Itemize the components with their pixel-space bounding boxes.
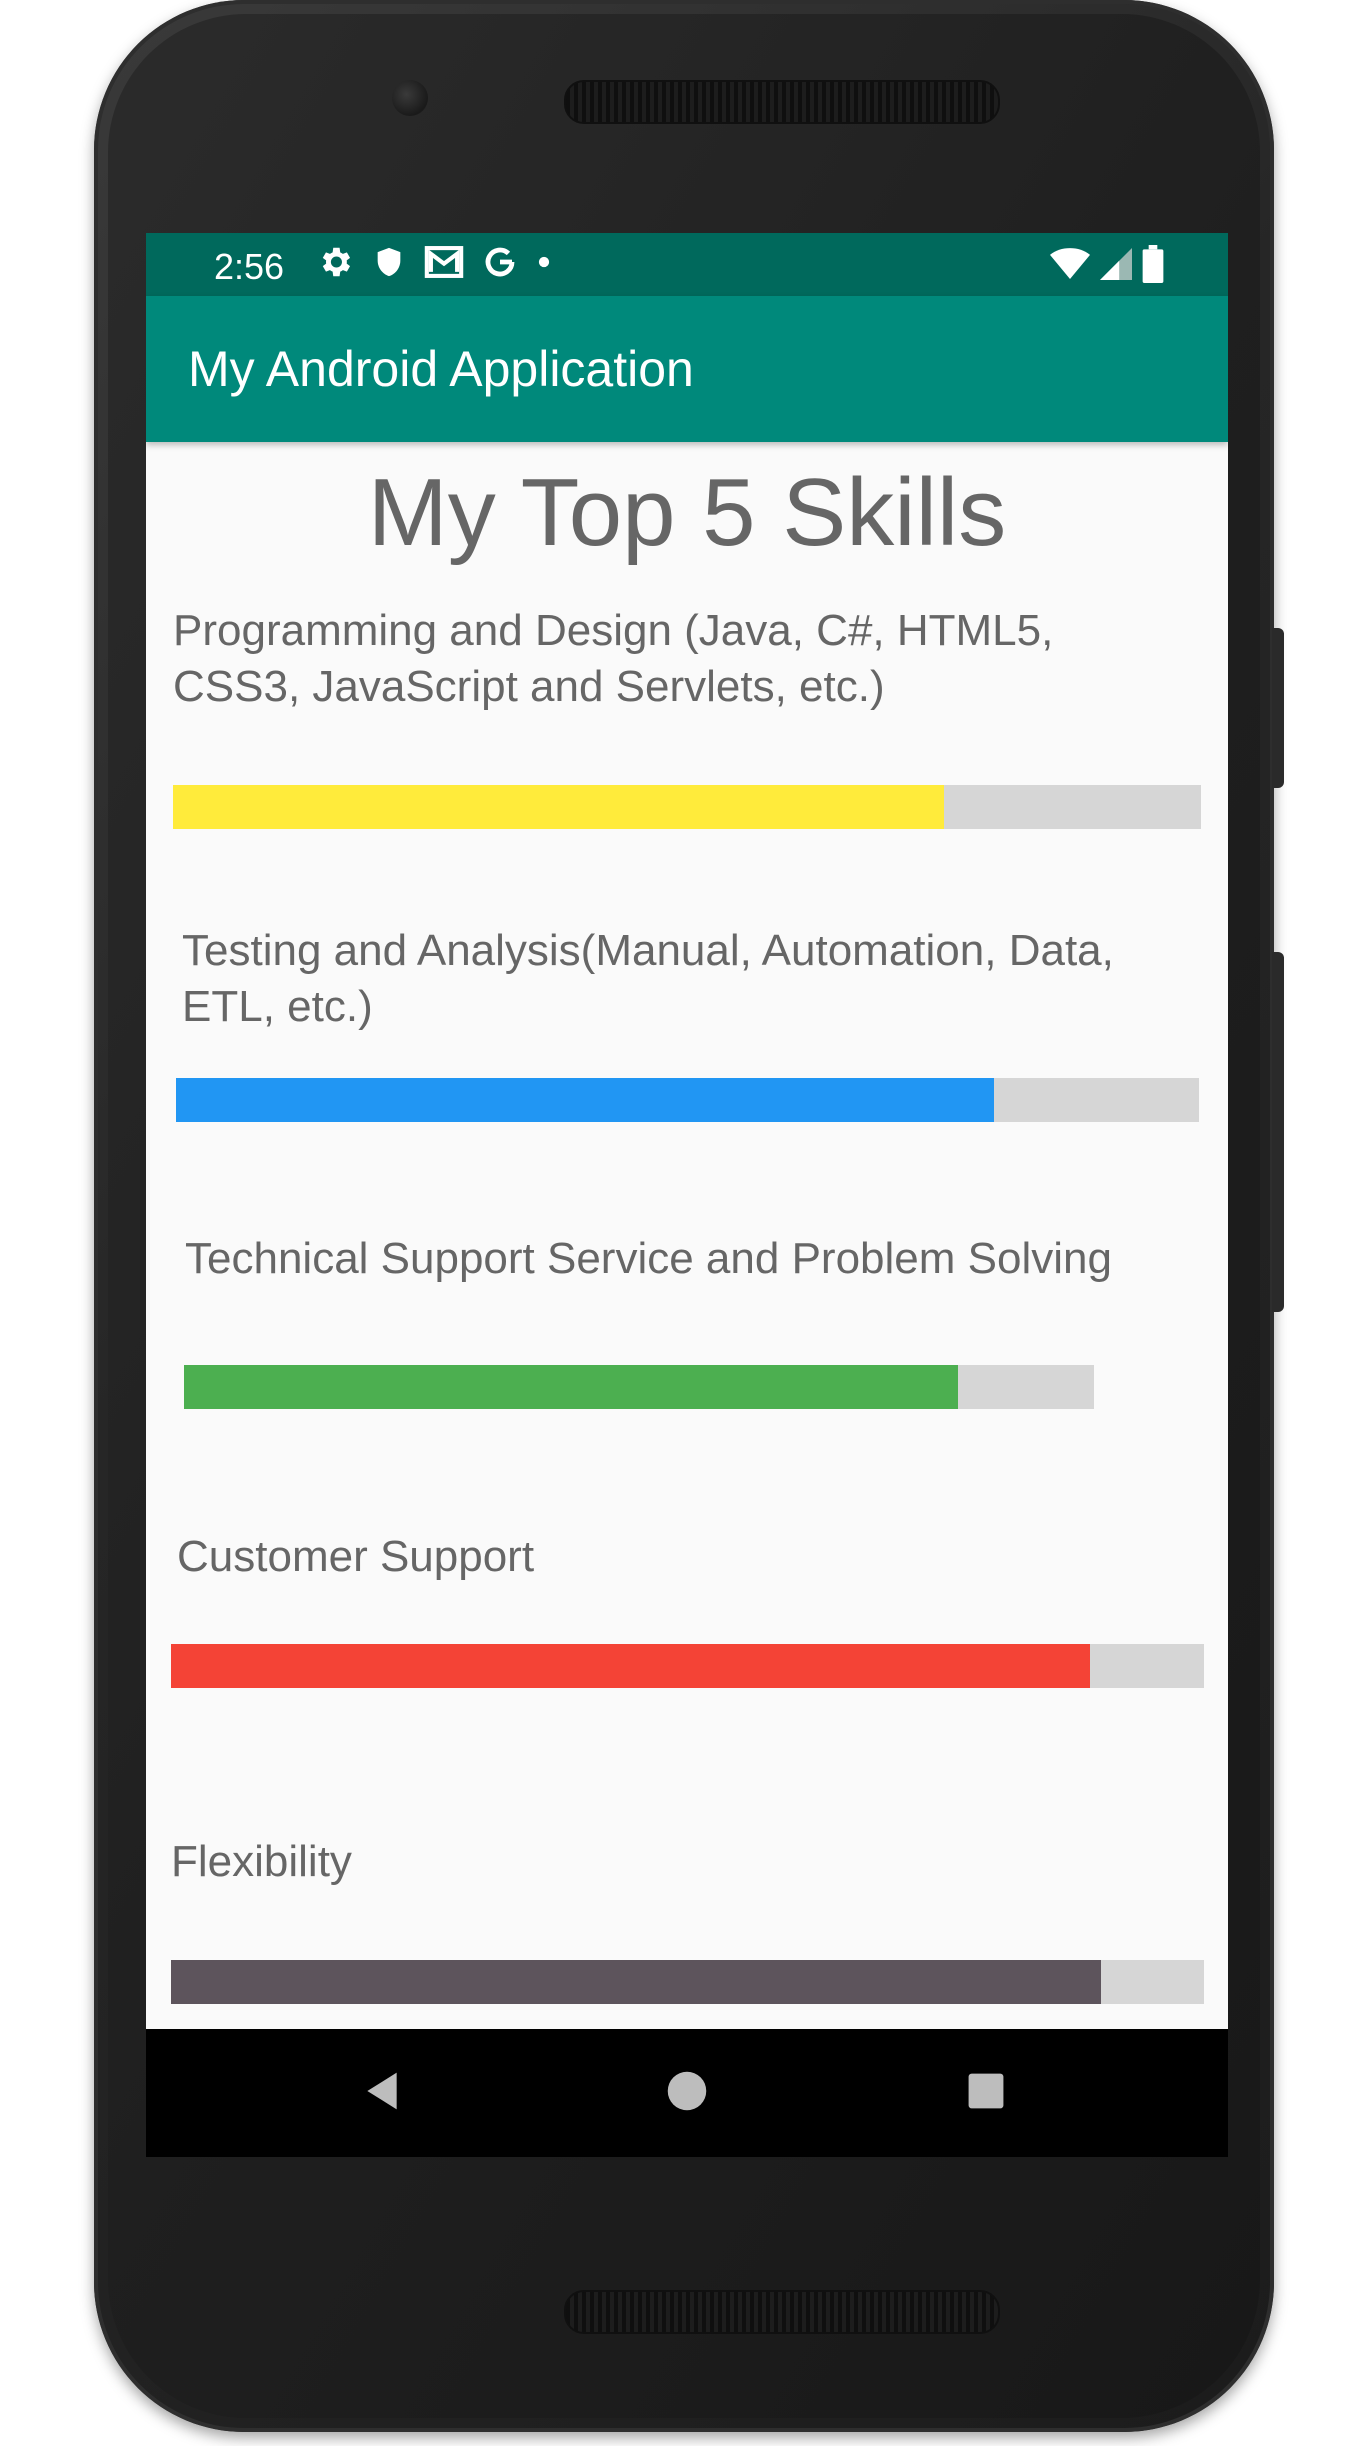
signal-icon	[1100, 247, 1132, 286]
skill-label-line: ETL, etc.)	[182, 982, 373, 1031]
progress-fill	[184, 1365, 958, 1409]
progress-fill	[176, 1078, 995, 1122]
skill-label-customer-support: Customer Support	[177, 1529, 534, 1585]
skill-label-line: CSS3, JavaScript and Servlets, etc.)	[173, 662, 885, 711]
skill-progress-testing	[176, 1078, 1199, 1122]
skill-label-line: Testing and Analysis(Manual, Automation,…	[182, 926, 1114, 975]
skill-label-line: Customer Support	[177, 1532, 535, 1581]
skill-progress-support	[184, 1365, 1094, 1409]
page-title: My Top 5 Skills	[367, 459, 1007, 566]
battery-icon	[1142, 245, 1164, 288]
back-icon	[360, 2069, 404, 2118]
front-camera	[392, 80, 428, 116]
app-title: My Android Application	[188, 341, 694, 397]
mail-icon	[424, 244, 464, 285]
skill-progress-programming	[173, 785, 1201, 829]
skill-label-line: Technical Support Service and Problem So…	[185, 1234, 1112, 1283]
earpiece-speaker	[564, 80, 1000, 124]
progress-fill	[171, 1644, 1091, 1688]
device-screen: 2:56 My Android Application My Top 5 Ski…	[146, 233, 1228, 2157]
dot-icon	[536, 254, 552, 275]
skill-progress-flexibility	[171, 1960, 1204, 2004]
recents-button[interactable]	[956, 2063, 1016, 2123]
navigation-bar	[146, 2029, 1228, 2157]
bottom-speaker	[564, 2290, 1000, 2334]
skill-label-support: Technical Support Service and Problem So…	[185, 1231, 1112, 1287]
recents-icon	[967, 2072, 1005, 2115]
status-time: 2:56	[214, 246, 285, 287]
skill-label-programming: Programming and Design (Java, C#, HTML5,…	[173, 603, 1053, 715]
status-bar: 2:56	[146, 233, 1228, 296]
google-icon	[482, 244, 518, 285]
progress-fill	[171, 1960, 1101, 2004]
progress-fill	[173, 785, 944, 829]
back-button[interactable]	[352, 2063, 412, 2123]
system-status-icons	[1050, 245, 1164, 288]
shield-icon	[372, 243, 406, 286]
home-icon	[666, 2070, 708, 2117]
skill-label-line: Flexibility	[171, 1837, 352, 1886]
app-bar: My Android Application	[146, 296, 1228, 442]
volume-rocker[interactable]	[1272, 952, 1284, 1312]
gear-icon	[316, 243, 354, 286]
power-button[interactable]	[1272, 628, 1284, 788]
home-button[interactable]	[657, 2063, 717, 2123]
skill-label-line: Programming and Design (Java, C#, HTML5,	[173, 606, 1054, 655]
skill-progress-customer-support	[171, 1644, 1204, 1688]
notification-icons	[316, 243, 552, 286]
wifi-icon	[1050, 247, 1090, 286]
skill-label-testing: Testing and Analysis(Manual, Automation,…	[182, 923, 1114, 1035]
skill-label-flexibility: Flexibility	[171, 1834, 352, 1890]
